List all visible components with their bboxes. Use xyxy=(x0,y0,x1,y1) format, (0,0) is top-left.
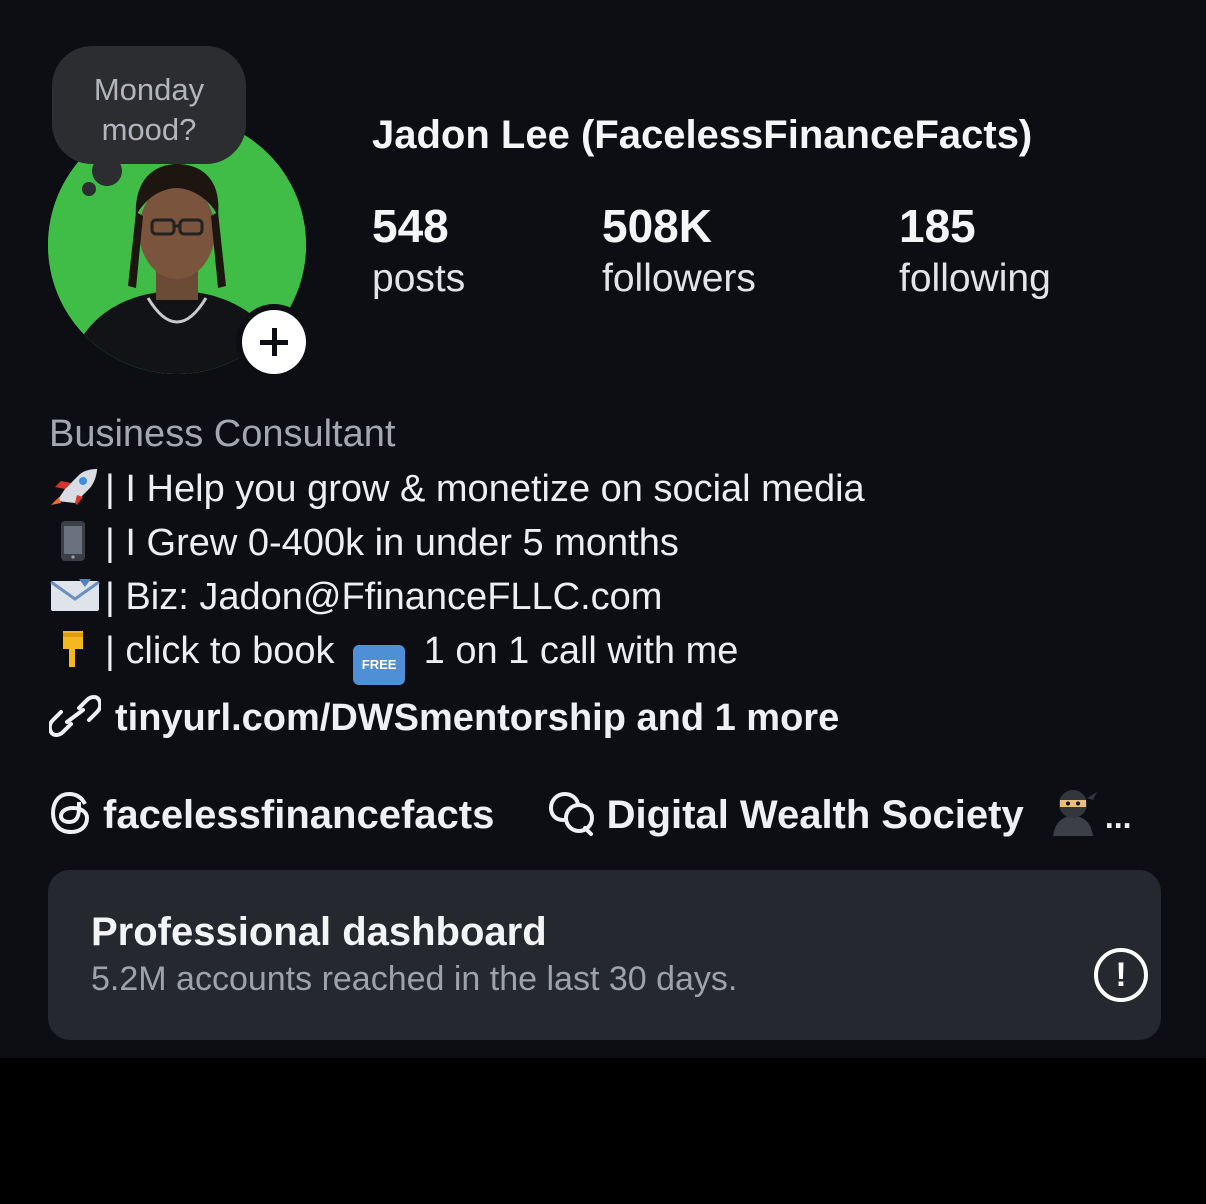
threads-link[interactable]: facelessfinancefacts xyxy=(49,791,505,837)
bio-line-text: | I Grew 0-400k in under 5 months xyxy=(105,522,679,564)
stat-followers[interactable]: 508K followers xyxy=(602,198,756,304)
broadcast-channel-icon xyxy=(547,790,597,846)
stat-value: 185 xyxy=(899,200,976,252)
profile-screen: Monday mood? Jadon Lee (FacelessFinanceF… xyxy=(0,0,1206,1058)
channel-more: ... xyxy=(1104,799,1132,835)
threads-handle: facelessfinancefacts xyxy=(103,793,495,837)
envelope-emoji-icon xyxy=(50,579,100,611)
bio-line: | click to book FREE 1 on 1 call with me xyxy=(49,628,738,685)
link-icon xyxy=(47,694,103,748)
stat-label: posts xyxy=(372,257,466,300)
bottom-letterbox xyxy=(0,1058,1206,1204)
stat-value: 508K xyxy=(602,200,712,252)
note-bubble-tail xyxy=(92,156,122,186)
note-bubble-tail-small xyxy=(82,182,96,196)
pointing-down-emoji-icon xyxy=(63,631,83,667)
ninja-emoji-icon xyxy=(1047,786,1099,846)
profile-category: Business Consultant xyxy=(49,413,396,455)
bio-line: | Biz: Jadon@FfinanceFLLC.com xyxy=(49,574,662,620)
profile-name: Jadon Lee (FacelessFinanceFacts) xyxy=(372,113,1033,157)
channel-name: Digital Wealth Society xyxy=(606,793,1024,837)
bio-line-text: | Biz: Jadon@FfinanceFLLC.com xyxy=(105,576,663,618)
stat-posts[interactable]: 548 posts xyxy=(372,198,465,304)
bio-link-text: tinyurl.com/DWSmentorship and 1 more xyxy=(115,697,840,739)
note-bubble[interactable]: Monday mood? xyxy=(52,46,246,164)
free-badge-icon: FREE xyxy=(353,645,406,685)
dashboard-title: Professional dashboard xyxy=(91,910,547,954)
stat-following[interactable]: 185 following xyxy=(899,198,1051,304)
bio-line-text-after: 1 on 1 call with me xyxy=(413,630,739,672)
add-story-button[interactable] xyxy=(236,304,312,380)
bio-line-text: | I Help you grow & monetize on social m… xyxy=(105,468,865,510)
plus-icon xyxy=(242,310,306,374)
dashboard-subtitle: 5.2M accounts reached in the last 30 day… xyxy=(91,960,738,998)
bio-line-text: | click to book xyxy=(105,630,335,672)
bio-line: | I Grew 0-400k in under 5 months xyxy=(49,520,679,566)
mobile-phone-emoji-icon xyxy=(61,521,85,561)
alert-icon: ! xyxy=(1094,948,1148,1002)
stat-value: 548 xyxy=(372,200,449,252)
rocket-emoji-icon xyxy=(51,469,97,505)
note-line-2: mood? xyxy=(101,112,197,147)
note-line-1: Monday xyxy=(93,72,205,107)
threads-icon xyxy=(49,790,93,846)
channel-link[interactable]: Digital Wealth Society ... xyxy=(547,790,1132,837)
stat-label: following xyxy=(899,257,1051,300)
bio-link[interactable]: tinyurl.com/DWSmentorship and 1 more xyxy=(47,694,840,748)
stat-label: followers xyxy=(602,257,756,300)
professional-dashboard-card[interactable]: Professional dashboard 5.2M accounts rea… xyxy=(48,870,1161,1040)
bio-line: | I Help you grow & monetize on social m… xyxy=(49,466,865,512)
social-row: facelessfinancefacts Digital Wealth Soci… xyxy=(49,786,1132,846)
